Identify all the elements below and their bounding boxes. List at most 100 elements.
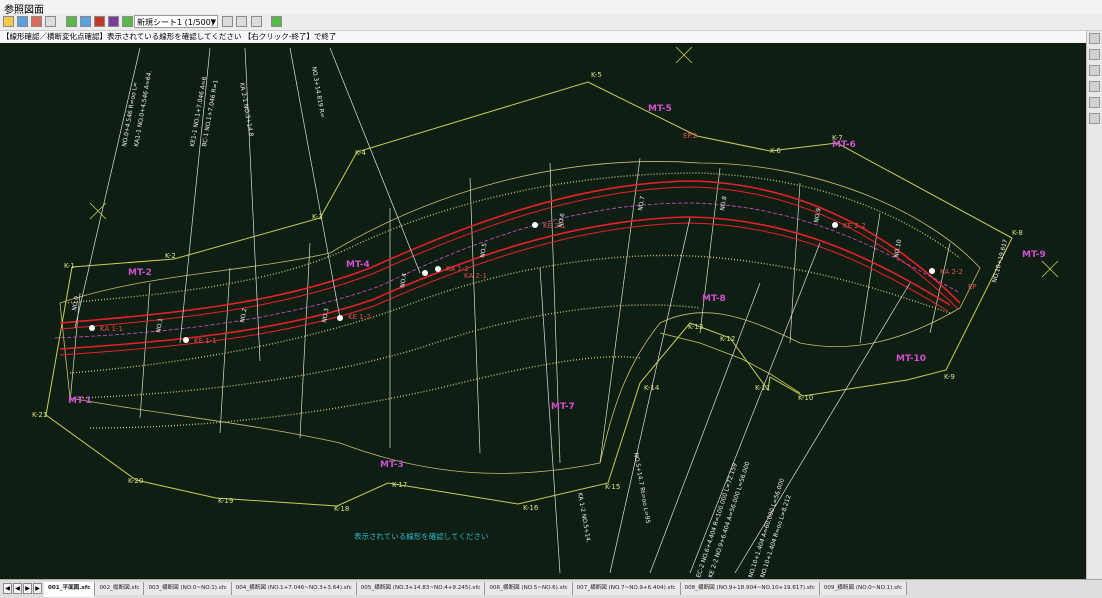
pen-tool-icon[interactable] [251,16,262,27]
save-icon[interactable] [17,16,28,27]
toolbar: 新規シート1 (1/500) ▼ [0,14,1102,31]
mt-labels: MT-1 MT-2 MT-3 MT-4 MT-5 MT-6 MT-7 MT-8 … [68,104,1046,470]
station-label-no3: NO.3 [321,307,330,323]
page-setup-icon[interactable] [236,16,247,27]
close-file-icon[interactable] [31,16,42,27]
boundary-label-k20: K-20 [128,477,143,485]
boundary-label-k18: K-18 [334,505,349,513]
annotation-text: NO.10+19.617 [991,239,1009,284]
mt-label-9: MT-9 [1022,250,1046,260]
station-label-no5: NO.5 [479,242,488,258]
boundary-label-k4: K-4 [355,149,366,157]
annotation-text: KA 2-1 NO.3+14.8 [238,82,254,137]
mt-label-3: MT-3 [380,460,404,470]
boundary-label-k5: K-5 [591,71,602,79]
fill-hatch-region [59,161,981,474]
sheet-tab[interactable]: 007_横断図 (NO.7~NO.9+6.404).sfc [572,582,681,595]
boundary-label-k6: K-6 [770,147,781,155]
curve-label-ka11: KA 1-1 [100,325,123,333]
mt-label-10: MT-10 [896,354,926,364]
mt-label-1: MT-1 [68,396,92,406]
sheet-tab[interactable]: 008_横断図 (NO.9+18.904~NO.10+19.617).sfc [680,582,820,595]
zoom-in-icon[interactable] [1089,33,1100,44]
mt-label-2: MT-2 [128,268,152,278]
station-label-no2: NO.2 [239,307,248,323]
measure-icon[interactable] [1089,97,1100,108]
boundary-label-k14: K-14 [644,384,660,392]
window-titlebar: 参照図面 [0,0,1102,16]
select-tool-icon[interactable] [271,16,282,27]
drawing-canvas[interactable]: K-1 K-2 K-3 K-4 K-5 K-6 K-7 K-8 K-9 K-10… [0,43,1086,579]
first-sheet-icon[interactable]: ◀ [3,583,12,594]
alignment-annotations: NO.0+4.546 R=oo L= KA1-1 NO.0+4.546 A=64… [121,66,1009,578]
curve-label-ke11: KE 1-1 [194,337,217,345]
next-sheet-icon[interactable]: ▶ [23,583,32,594]
curve-label-ep: EP [968,283,977,291]
crosshair-marks [89,46,1059,278]
help-icon[interactable] [108,16,119,27]
sheet-select-value: 新規シート1 (1/500) [137,18,214,27]
curve-label-ke22: KE 2-2 [843,222,866,230]
boundary-labels: K-1 K-2 K-3 K-4 K-5 K-6 K-7 K-8 K-9 K-10… [32,71,1023,513]
mt-label-8: MT-8 [702,294,726,304]
annotation-text: KA 1-2 NO.5+14. [576,492,592,543]
sheet-icon[interactable] [122,16,133,27]
mt-label-6: MT-6 [832,140,856,150]
sheet-tab[interactable]: 004_横断図 (NO.1+7.046~NO.3+3.64).sfc [231,582,357,595]
annotation-text: KA1-1 NO.0+4.546 A=64. [133,70,153,147]
right-toolbar [1086,31,1102,579]
page-icon[interactable] [222,16,233,27]
annotation-text: NO.3+14.819 R= [310,66,326,118]
boundary-label-k21: K-21 [32,411,47,419]
boundary-label-k8: K-8 [1012,229,1023,237]
sheet-tab[interactable]: 001_平面図.sfc [44,582,96,597]
chevron-down-icon: ▼ [210,18,216,26]
annotation-text: NO.5+14.7 Rt=oo L=95 [632,452,651,524]
tool-dropdown-icon[interactable] [45,16,56,27]
last-sheet-icon[interactable]: ▶ [33,583,42,594]
mt-label-7: MT-7 [551,402,575,412]
boundary-label-k17: K-17 [392,481,407,489]
station-label-no4: NO.4 [399,272,408,288]
boundary-label-k10: K-10 [798,394,813,402]
mt-label-4: MT-4 [346,260,370,270]
pan-icon[interactable] [1089,65,1100,76]
sheet-tab-bar: ◀ ◀ ▶ ▶ 001_平面図.sfc 002_縦断図.sfc 003_横断図 (N… [0,579,1102,598]
fit-view-icon[interactable] [1089,81,1100,92]
station-label-no7: NO.7 [637,195,646,211]
layer-icon[interactable] [66,16,77,27]
boundary-label-k12: K-12 [720,335,735,343]
command-prompt: 【線形確認／横断変化点確認】表示されている線形を確認してください 【右クリック-… [0,31,1092,42]
mt-label-5: MT-5 [648,104,672,114]
curve-label-ka21: KA 2-1 [464,272,487,280]
curve-label-ep2: EP.2 [683,132,697,140]
boundary-label-k11: K-11 [755,384,770,392]
slope-bands [64,172,961,429]
sheet-select[interactable]: 新規シート1 (1/500) ▼ [134,15,218,28]
zoom-out-icon[interactable] [1089,49,1100,60]
sheet-tab[interactable]: 005_横断図 (NO.3+14.83~NO.4+9.245).sfc [356,582,486,595]
sheet-tabs: 001_平面図.sfc 002_縦断図.sfc 003_横断図 (NO.0~NO.1… [44,582,908,597]
canvas-message: 表示されている線形を確認してください [354,531,488,541]
station-label-no10: NO.10 [893,239,903,259]
boundary-label-k3: K-3 [312,213,323,221]
plan-drawing[interactable]: K-1 K-2 K-3 K-4 K-5 K-6 K-7 K-8 K-9 K-10… [0,43,1086,579]
print-icon[interactable] [94,16,105,27]
sheet-tab[interactable]: 002_縦断図.sfc [95,582,145,595]
sheet-tab[interactable]: 003_横断図 (NO.0~NO.1).sfc [144,582,232,595]
boundary-label-k16: K-16 [523,504,539,512]
grid-icon[interactable] [80,16,91,27]
layer-visibility-icon[interactable] [1089,113,1100,124]
curve-label-ke12: KE 1-2 [348,313,371,321]
station-label-no9: NO.9 [813,207,822,223]
boundary-label-k19: K-19 [218,497,233,505]
boundary-label-k9: K-9 [944,373,955,381]
boundary-label-k1: K-1 [64,262,75,270]
sheet-tab[interactable]: 009_横断図 (NO.0~NO.1).sfc [819,582,908,595]
cross-section-lines [69,157,951,464]
sheet-tab[interactable]: 006_横断図 (NO.5~NO.6).sfc [485,582,573,595]
station-label-no8: NO.8 [719,195,728,211]
open-folder-icon[interactable] [3,16,14,27]
prev-sheet-icon[interactable]: ◀ [13,583,22,594]
point-markers [89,222,935,343]
